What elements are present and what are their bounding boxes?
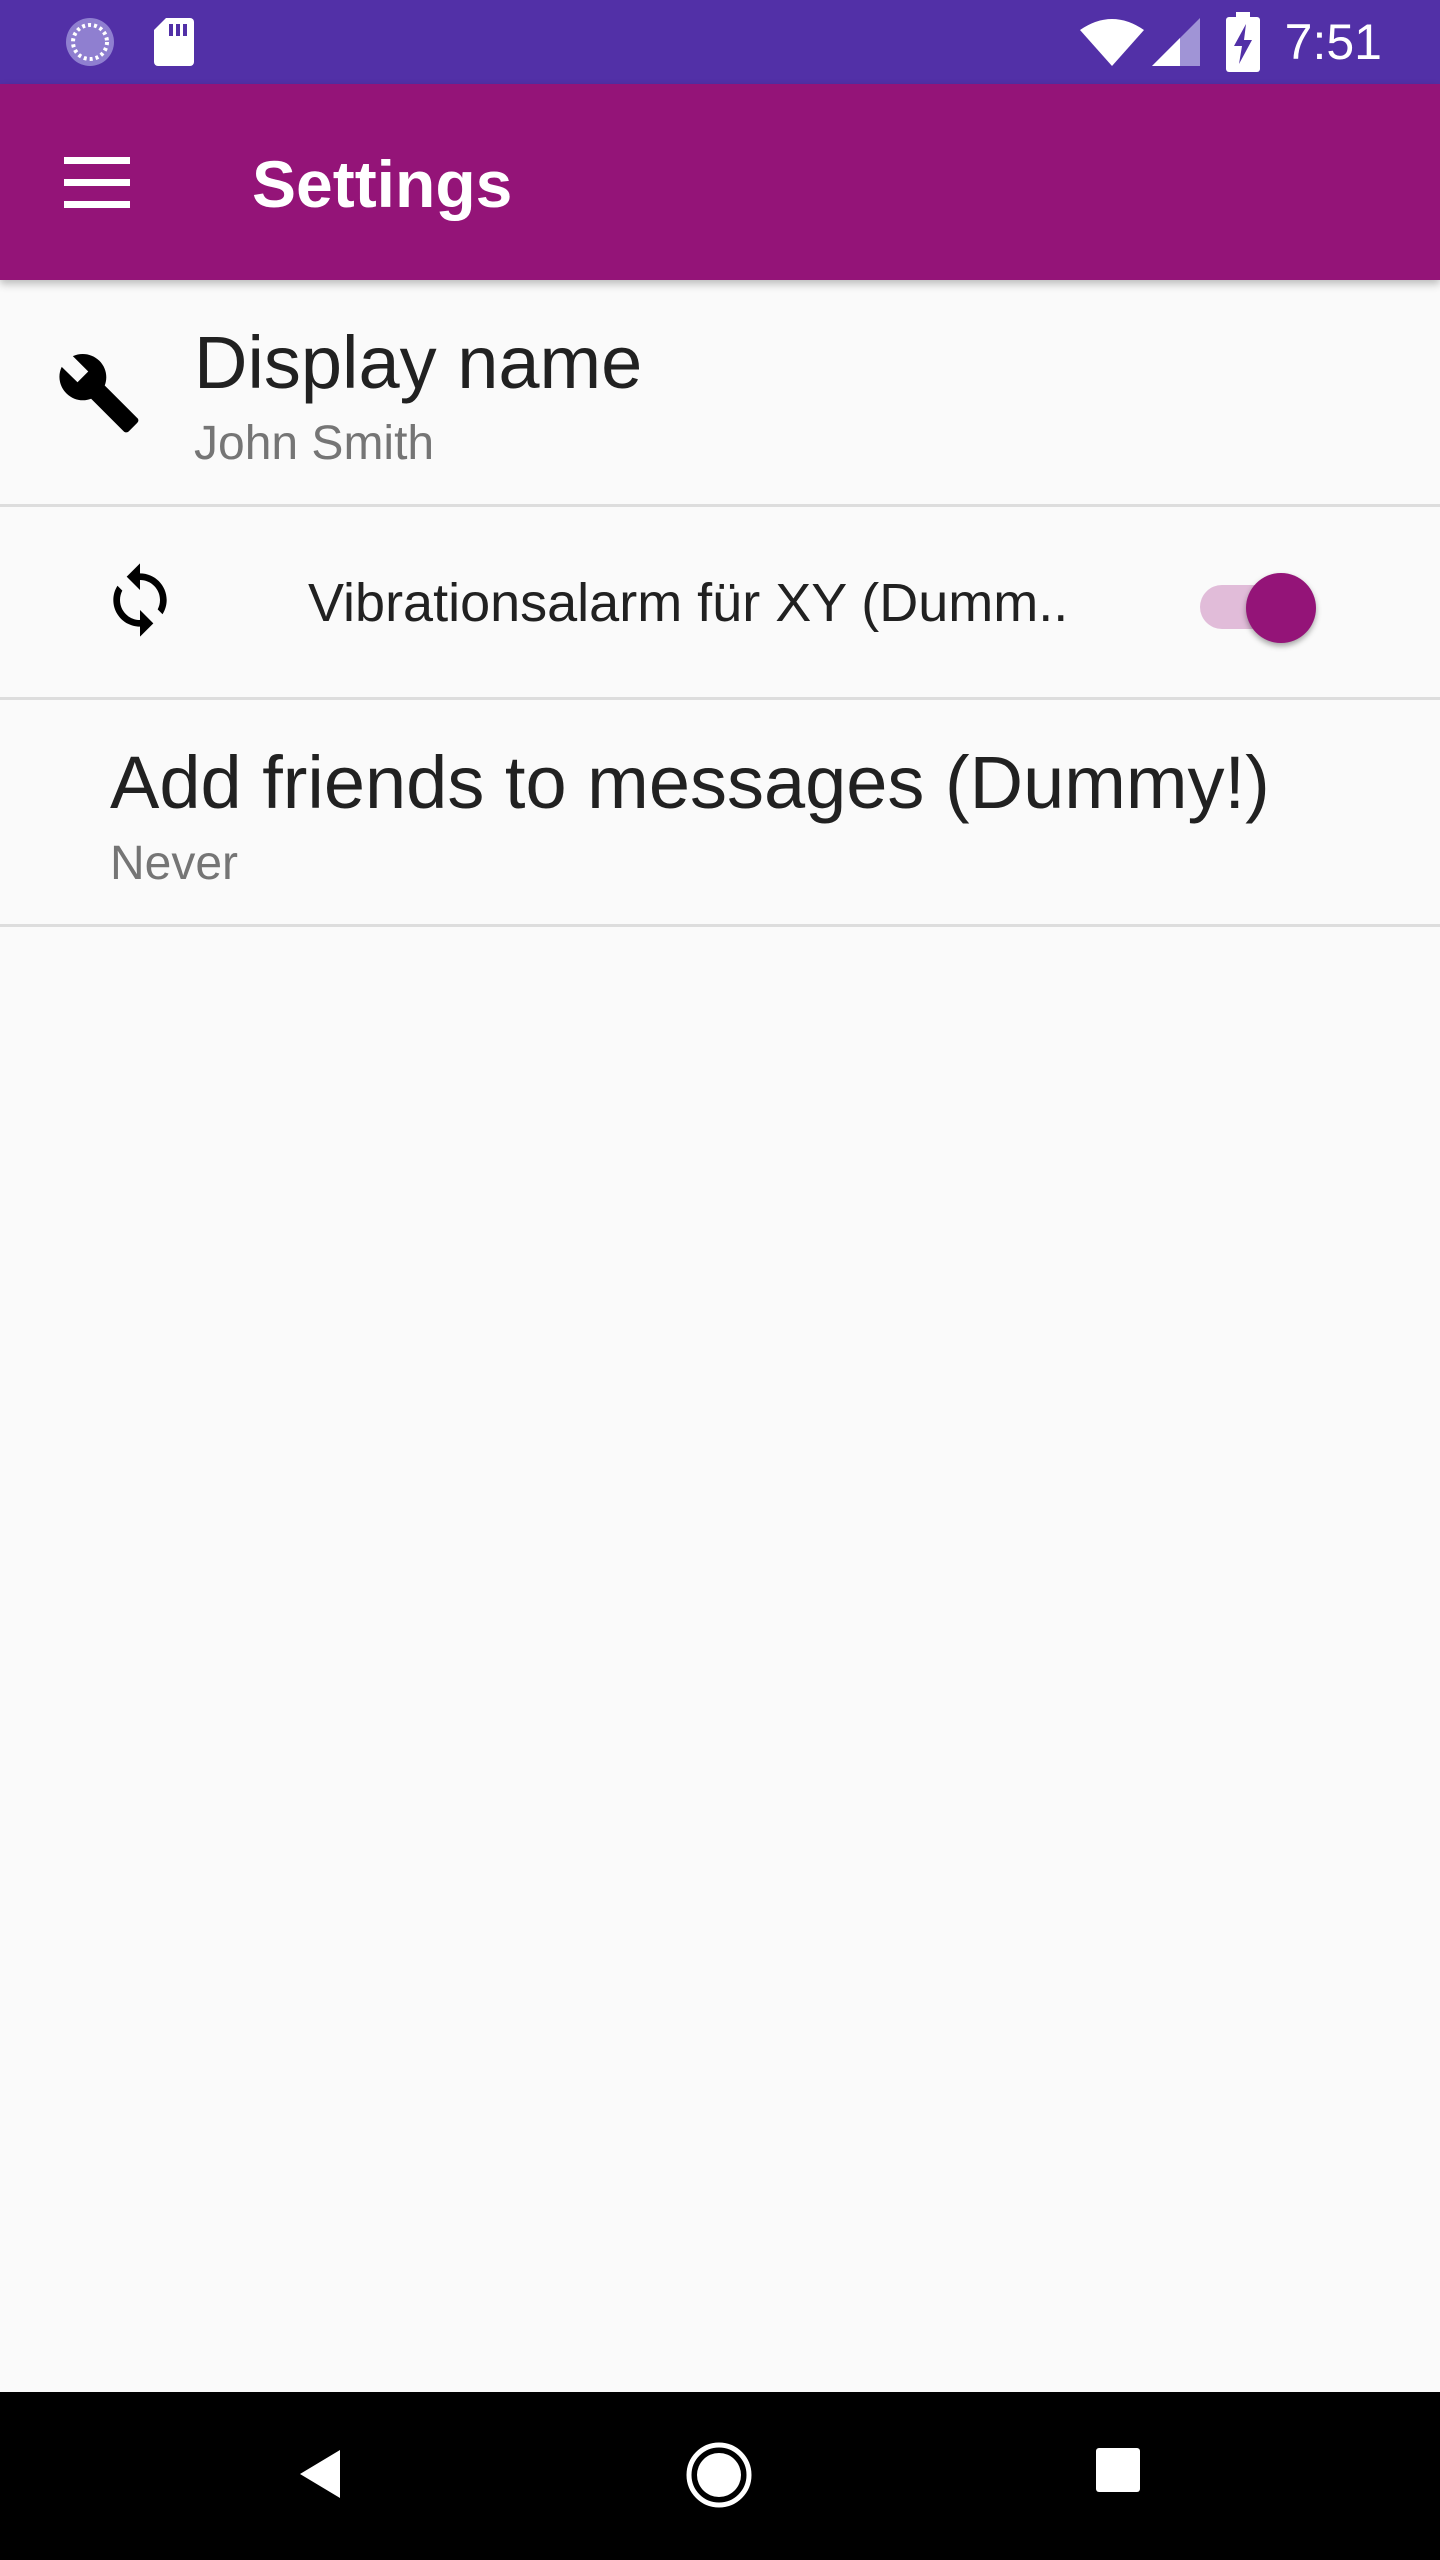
sync-icon: [113, 563, 167, 637]
status-clock: 7:51: [1284, 14, 1382, 70]
menu-button[interactable]: [48, 134, 144, 230]
battery-charging-icon: [1226, 12, 1260, 72]
preference-title: Display name: [194, 321, 643, 404]
preference-summary: John Smith: [194, 417, 435, 470]
toggle-thumb: [1246, 573, 1316, 643]
cell-signal-icon: [1152, 18, 1200, 66]
app-bar: Settings: [0, 84, 1440, 280]
wrench-icon: [59, 353, 139, 433]
recents-icon[interactable]: [1096, 2448, 1140, 2492]
back-icon[interactable]: [296, 2446, 346, 2502]
preference-title: Add friends to messages (Dummy!): [110, 741, 1270, 824]
preference-title: Vibrationsalarm für XY (Dumm..: [308, 573, 1069, 633]
sd-card-icon: [154, 18, 194, 66]
vibration-toggle[interactable]: [1198, 563, 1318, 643]
navigation-bar: [0, 2392, 1440, 2560]
preference-add-friends[interactable]: Add friends to messages (Dummy!) Never: [0, 700, 1440, 927]
preference-vibration-alarm[interactable]: Vibrationsalarm für XY (Dumm..: [0, 507, 1440, 700]
home-icon[interactable]: [684, 2440, 754, 2510]
page-title: Settings: [252, 147, 513, 221]
sync-progress-icon: [66, 18, 114, 66]
preference-display-name[interactable]: Display name John Smith: [0, 280, 1440, 507]
wifi-icon: [1080, 19, 1144, 66]
status-bar: 7:51: [0, 0, 1440, 84]
preference-summary: Never: [110, 837, 239, 890]
